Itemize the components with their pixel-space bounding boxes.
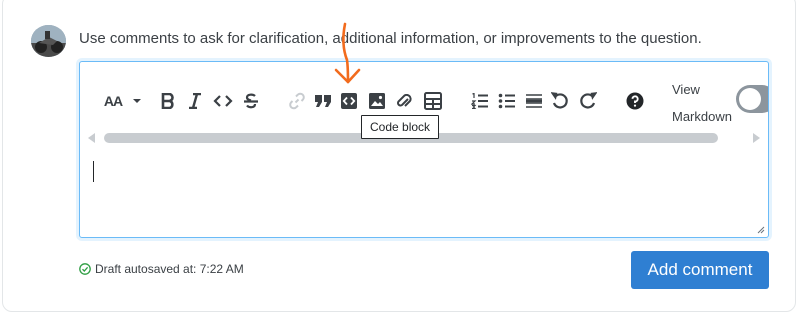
add-comment-button[interactable]: Add comment — [631, 251, 769, 289]
horizontal-rule-icon[interactable] — [523, 89, 545, 113]
image-icon[interactable] — [366, 89, 388, 113]
bold-icon[interactable] — [158, 89, 178, 113]
comment-editor[interactable]: AA View Markdown — [79, 61, 769, 238]
draft-status: Draft autosaved at: 7:22 AM — [79, 262, 244, 276]
strikethrough-icon[interactable] — [240, 89, 262, 113]
view-markdown-label: View Markdown — [672, 82, 732, 124]
check-circle-icon — [79, 263, 91, 275]
undo-icon[interactable] — [549, 89, 571, 113]
redo-icon[interactable] — [577, 89, 599, 113]
table-icon[interactable] — [422, 89, 444, 113]
text-size-dropdown-icon[interactable] — [130, 89, 144, 113]
code-block-icon[interactable] — [338, 89, 360, 113]
resize-handle-icon[interactable] — [757, 226, 765, 234]
comment-instructions: Use comments to ask for clarification, a… — [79, 30, 702, 47]
text-size-button[interactable]: AA — [102, 89, 124, 113]
draft-status-text: Draft autosaved at: 7:22 AM — [95, 262, 244, 276]
text-size-label: AA — [103, 93, 123, 109]
text-cursor — [93, 161, 94, 182]
markdown-toggle[interactable] — [736, 85, 768, 113]
avatar[interactable] — [31, 25, 66, 57]
inline-code-icon[interactable] — [211, 89, 235, 113]
ordered-list-icon[interactable] — [469, 89, 491, 113]
code-block-tooltip: Code block — [361, 115, 440, 139]
help-icon[interactable] — [624, 89, 646, 113]
scroll-left-arrow-icon[interactable] — [88, 133, 95, 143]
bulleted-list-icon[interactable] — [496, 89, 518, 113]
link-icon[interactable] — [286, 89, 308, 113]
scroll-right-arrow-icon[interactable] — [753, 133, 760, 143]
italic-icon[interactable] — [185, 89, 205, 113]
snippet-icon[interactable] — [393, 89, 415, 113]
blockquote-icon[interactable] — [312, 89, 334, 113]
toggle-knob — [739, 88, 761, 110]
